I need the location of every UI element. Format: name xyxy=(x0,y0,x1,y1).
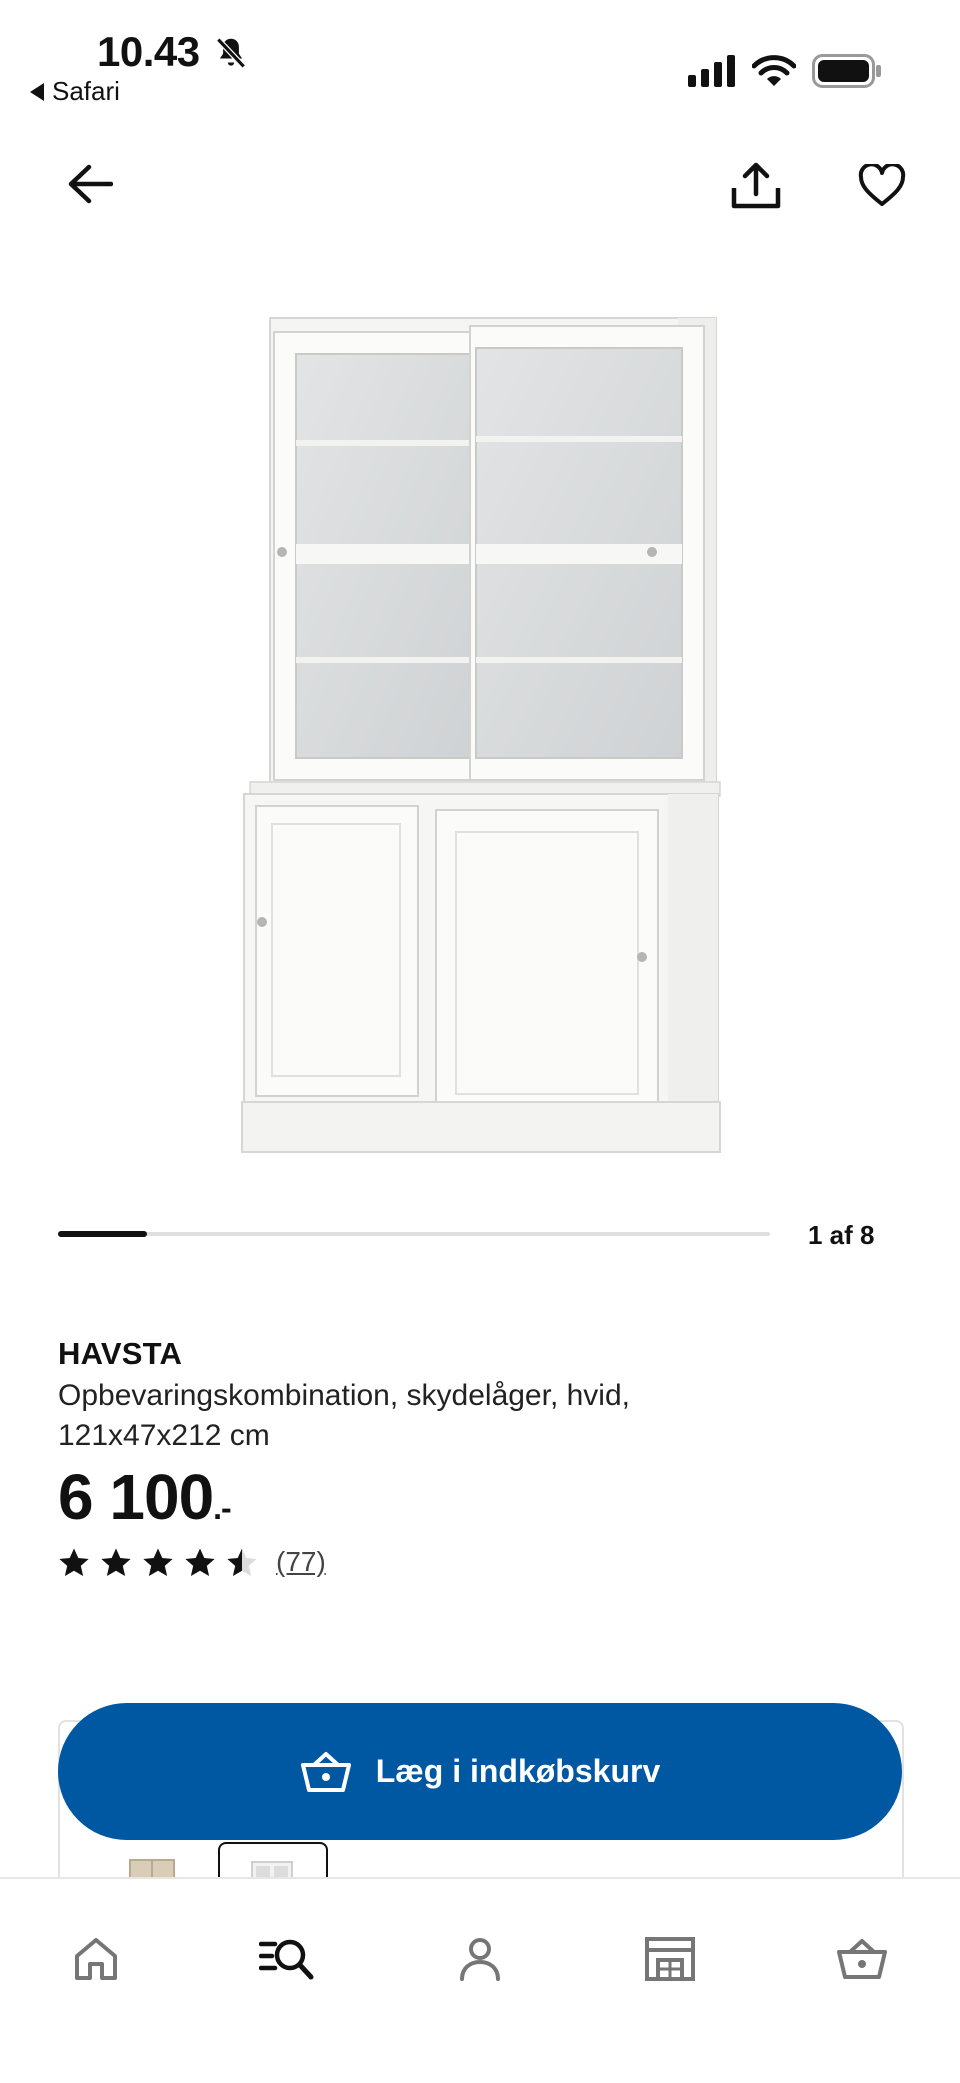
tab-home[interactable] xyxy=(51,1929,141,1989)
product-description: Opbevaringskombination, skydelåger, hvid… xyxy=(58,1379,630,1452)
back-button[interactable] xyxy=(60,158,120,210)
share-icon xyxy=(731,162,781,209)
product-rating[interactable]: (77) xyxy=(58,1546,326,1578)
add-to-cart-label: Læg i indkøbskurv xyxy=(375,1753,661,1789)
add-to-cart-button[interactable]: Læg i indkøbskurv xyxy=(58,1703,902,1840)
favorite-button[interactable] xyxy=(854,158,910,214)
price-suffix: .- xyxy=(213,1490,232,1526)
tab-search[interactable] xyxy=(242,1929,332,1989)
tab-cart[interactable] xyxy=(817,1929,907,1989)
star-icon xyxy=(185,1548,215,1576)
share-button[interactable] xyxy=(726,158,786,214)
cellular-signal-icon xyxy=(688,55,735,87)
gallery-counter: 1 af 8 xyxy=(808,1220,875,1250)
tab-profile[interactable] xyxy=(435,1929,525,1989)
review-count-link[interactable]: (77) xyxy=(276,1546,326,1578)
tab-store[interactable] xyxy=(625,1929,715,1989)
gallery-progress-bar xyxy=(58,1231,770,1237)
star-icon xyxy=(101,1548,131,1576)
bottom-tab-bar xyxy=(0,1877,960,2083)
star-icon xyxy=(227,1548,257,1576)
star-icon xyxy=(59,1548,89,1576)
rating-stars xyxy=(58,1547,258,1578)
status-time: 10.43 xyxy=(97,28,200,75)
back-app-label: Safari xyxy=(52,76,120,106)
back-triangle-icon xyxy=(30,82,44,101)
search-icon xyxy=(259,1939,314,1980)
gallery-progress-fill xyxy=(58,1231,147,1237)
star-icon xyxy=(143,1548,173,1576)
price-amount: 6 100 xyxy=(58,1461,214,1533)
bell-slash-icon xyxy=(216,37,246,69)
back-to-app-link[interactable]: Safari xyxy=(30,76,120,107)
heart-icon xyxy=(858,164,906,206)
basket-icon xyxy=(300,1751,351,1792)
basket-icon xyxy=(837,1939,887,1979)
product-brand: HAVSTA xyxy=(58,1336,183,1371)
home-icon xyxy=(75,1938,117,1980)
store-icon xyxy=(645,1937,695,1981)
arrow-left-icon xyxy=(68,164,113,204)
user-icon xyxy=(460,1938,500,1981)
wifi-icon xyxy=(752,55,796,86)
battery-icon xyxy=(812,54,881,88)
product-image[interactable] xyxy=(238,312,724,1162)
product-price: 6 100.- xyxy=(58,1460,232,1534)
